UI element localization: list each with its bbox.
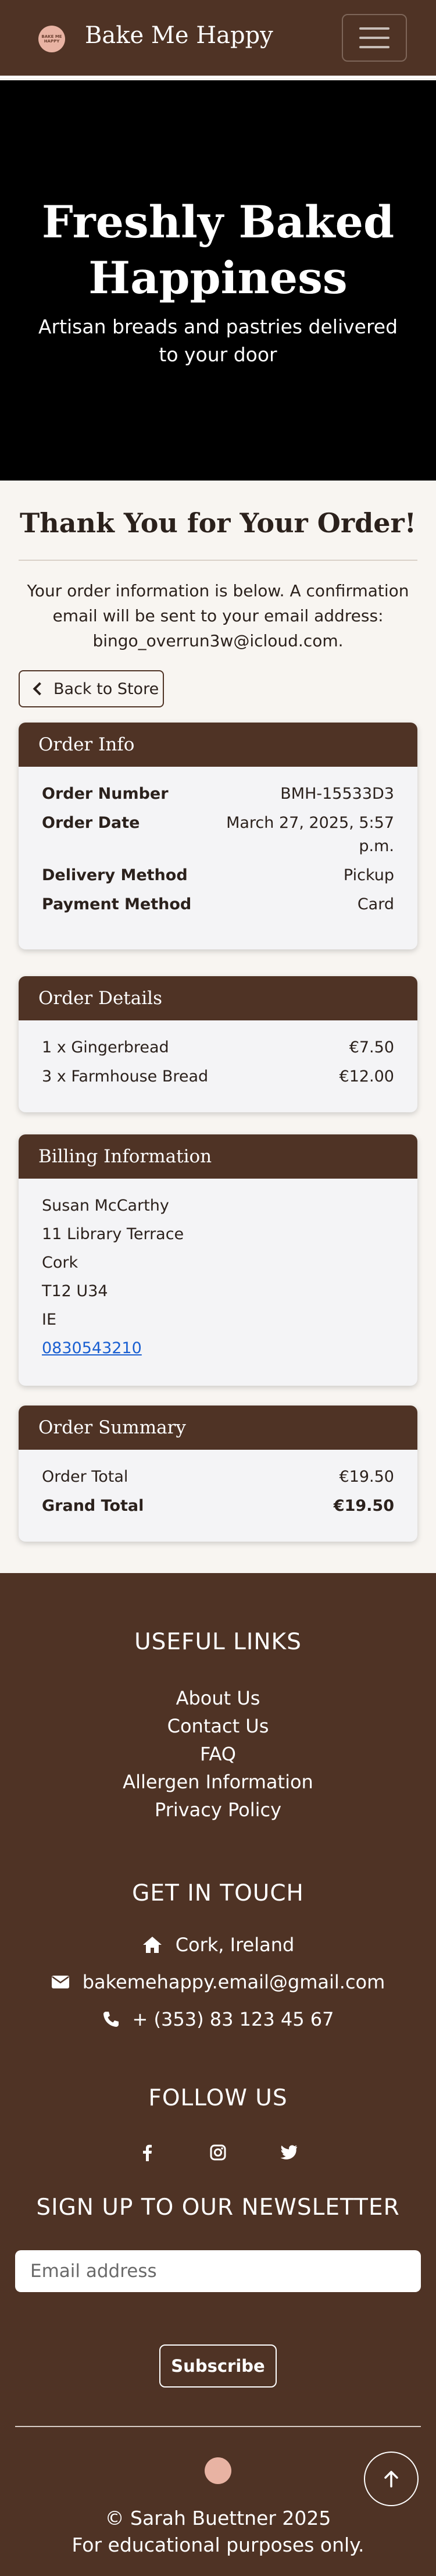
item-price: €7.50	[349, 1038, 394, 1056]
brand-logo[interactable]: BAKE ME HAPPY	[38, 26, 65, 52]
billing-info-title: Billing Information	[19, 1134, 417, 1179]
footer-link-faq[interactable]: FAQ	[0, 1743, 436, 1765]
copyright-text: © Sarah Buettner 2025	[105, 2507, 331, 2529]
hero-title: Freshly Baked Happiness	[0, 194, 436, 306]
newsletter-email-input[interactable]	[15, 2250, 421, 2292]
page-title: Thank You for Your Order!	[20, 507, 416, 539]
grand-total-label: Grand Total	[42, 1497, 144, 1515]
list-item: 1 x Gingerbread €7.50	[42, 1033, 394, 1062]
grand-total-row: Grand Total €19.50	[42, 1492, 394, 1521]
instagram-icon[interactable]	[209, 2143, 227, 2162]
useful-links-title: USEFUL LINKS	[134, 1629, 302, 1655]
item-name: 1 x Gingerbread	[42, 1038, 169, 1056]
hero-banner: Freshly Baked Happiness Artisan breads a…	[0, 80, 436, 481]
order-details-card: Order Details 1 x Gingerbread €7.50 3 x …	[19, 976, 417, 1112]
twitter-icon[interactable]	[280, 2143, 298, 2162]
footer-link-contact[interactable]: Contact Us	[0, 1715, 436, 1737]
facebook-icon[interactable]	[138, 2143, 156, 2162]
list-item: 3 x Farmhouse Bread €12.00	[42, 1062, 394, 1091]
subscribe-button[interactable]: Subscribe	[159, 2344, 277, 2388]
item-price: €12.00	[339, 1068, 394, 1086]
get-in-touch-title: GET IN TOUCH	[132, 1880, 304, 1906]
footer-copyright: © Sarah Buettner 2025 For educational pu…	[0, 2505, 436, 2559]
hamburger-icon-bar	[359, 37, 389, 39]
footer-link-privacy[interactable]: Privacy Policy	[0, 1799, 436, 1821]
nav-divider	[0, 76, 436, 78]
title-divider	[19, 560, 417, 561]
order-date-row: Order Date March 27, 2025, 5:57 p.m.	[42, 809, 394, 861]
navbar: BAKE ME HAPPY Bake Me Happy	[0, 0, 436, 78]
order-summary-title: Order Summary	[19, 1406, 417, 1450]
social-links	[0, 2143, 436, 2162]
brand-logo-text: BAKE ME HAPPY	[41, 34, 62, 44]
hero-title-line1: Freshly Baked	[41, 196, 395, 248]
hamburger-icon	[359, 27, 389, 30]
billing-info-card: Billing Information Susan McCarthy 11 Li…	[19, 1134, 417, 1386]
order-number-value: BMH-15533D3	[280, 785, 394, 803]
delivery-method-label: Delivery Method	[42, 866, 188, 884]
scroll-to-top-button[interactable]	[364, 2452, 419, 2506]
order-info-card: Order Info Order Number BMH-15533D3 Orde…	[19, 723, 417, 949]
home-icon	[142, 1937, 162, 1953]
order-date-label: Order Date	[42, 814, 140, 832]
billing-phone-link[interactable]: 0830543210	[42, 1334, 394, 1362]
follow-us-title: FOLLOW US	[148, 2085, 288, 2111]
back-to-store-button[interactable]: Back to Store	[19, 670, 164, 707]
grand-total-value: €19.50	[333, 1497, 394, 1515]
contact-location: Cork, Ireland	[0, 1934, 436, 1956]
billing-postcode: T12 U34	[42, 1282, 108, 1300]
newsletter-title: SIGN UP TO OUR NEWSLETTER	[36, 2194, 400, 2221]
payment-method-value: Card	[357, 895, 394, 913]
disclaimer-text: For educational purposes only.	[72, 2534, 364, 2556]
order-number-label: Order Number	[42, 785, 169, 803]
contact-phone: + (353) 83 123 45 67	[0, 2008, 436, 2030]
brand-name[interactable]: Bake Me Happy	[85, 22, 273, 49]
contact-email: bakemehappy.email@gmail.com	[0, 1971, 436, 1993]
order-details-title: Order Details	[19, 976, 417, 1020]
hero-title-line2: Happiness	[88, 252, 348, 304]
hero-subtitle: Artisan breads and pastries delivered to…	[38, 315, 398, 366]
menu-toggle-button[interactable]	[342, 14, 407, 62]
contact-email-link[interactable]: bakemehappy.email@gmail.com	[83, 1971, 385, 1993]
order-total-label: Order Total	[42, 1468, 128, 1486]
phone-icon	[103, 2012, 119, 2027]
footer-divider	[15, 2426, 421, 2427]
order-summary-card: Order Summary Order Total €19.50 Grand T…	[19, 1406, 417, 1542]
billing-country: IE	[42, 1311, 57, 1329]
delivery-method-row: Delivery Method Pickup	[42, 861, 394, 890]
site-footer: USEFUL LINKS About Us Contact Us FAQ All…	[0, 1573, 436, 2576]
delivery-method-value: Pickup	[343, 866, 394, 884]
arrow-up-icon	[384, 2471, 398, 2488]
order-number-row: Order Number BMH-15533D3	[42, 780, 394, 809]
hamburger-icon-bar	[359, 46, 389, 48]
order-total-row: Order Total €19.50	[42, 1463, 394, 1492]
billing-name: Susan McCarthy	[42, 1197, 169, 1215]
payment-method-label: Payment Method	[42, 895, 192, 913]
footer-link-about[interactable]: About Us	[0, 1687, 436, 1709]
footer-link-allergen[interactable]: Allergen Information	[0, 1771, 436, 1793]
contact-location-text: Cork, Ireland	[175, 1934, 295, 1956]
footer-logo	[205, 2457, 231, 2484]
contact-phone-link[interactable]: + (353) 83 123 45 67	[133, 2008, 334, 2030]
payment-method-row: Payment Method Card	[42, 890, 394, 919]
order-info-title: Order Info	[19, 723, 417, 767]
chevron-left-icon	[33, 682, 47, 696]
envelope-icon	[51, 1976, 69, 1988]
order-date-value: March 27, 2025, 5:57 p.m.	[226, 814, 394, 855]
item-name: 3 x Farmhouse Bread	[42, 1068, 209, 1086]
order-total-value: €19.50	[339, 1468, 394, 1486]
confirmation-intro: Your order information is below. A confi…	[27, 581, 409, 650]
back-to-store-label: Back to Store	[53, 679, 159, 698]
billing-street: 11 Library Terrace	[42, 1225, 184, 1243]
billing-city: Cork	[42, 1254, 78, 1272]
